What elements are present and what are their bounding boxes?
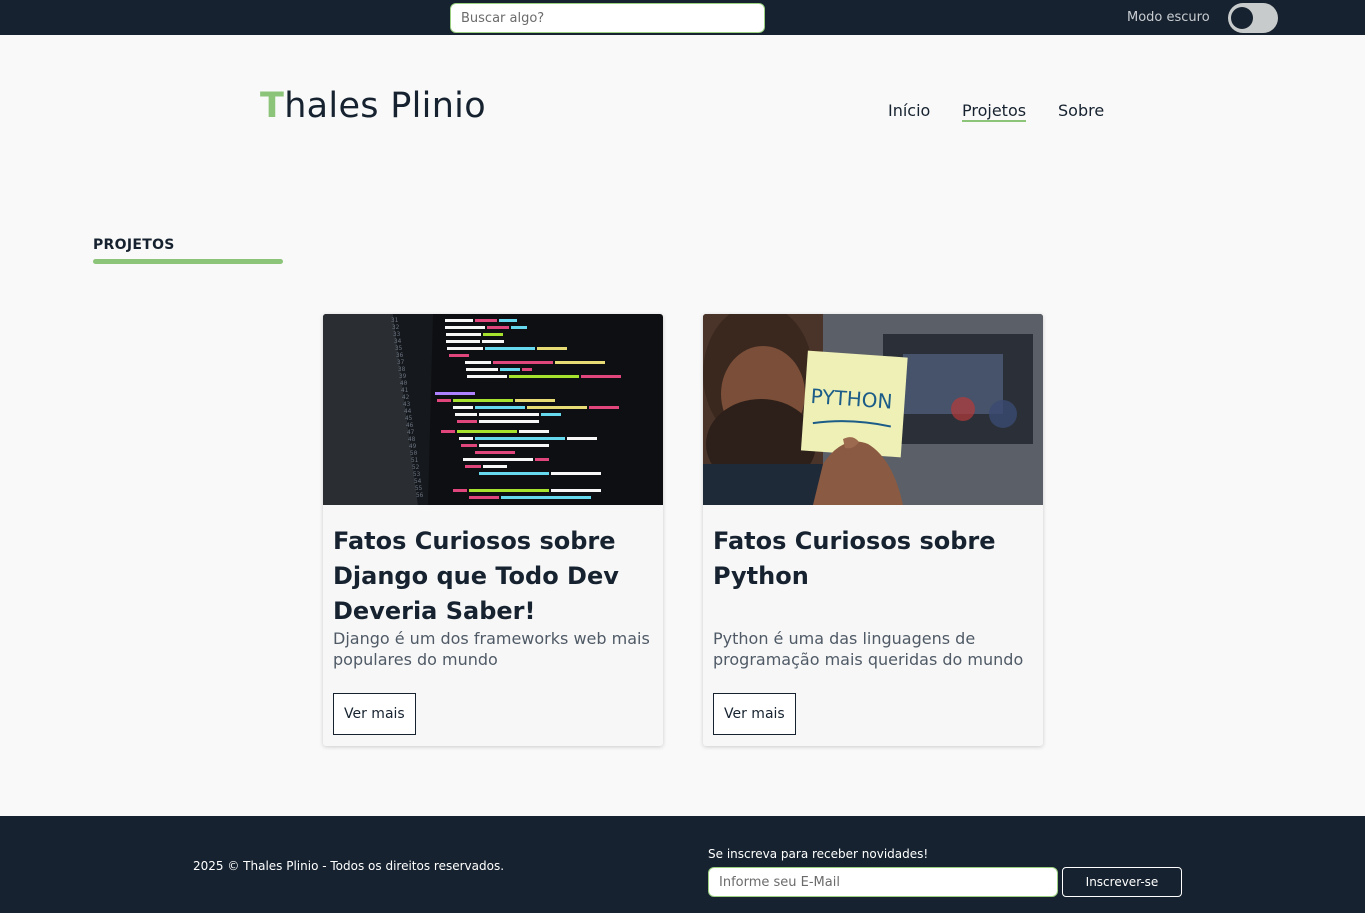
code-screen-image: 31 32 33 34 35 36 37 38 39 40 41 42 43 44 45 46 47 48… <box>323 314 663 505</box>
svg-text:33: 33 <box>393 331 401 338</box>
copyright-text: 2025 © Thales Plinio - Todos os direitos… <box>193 859 505 873</box>
logo-initial: T <box>260 86 285 126</box>
svg-text:51: 51 <box>411 457 419 464</box>
newsletter-label: Se inscreva para receber novidades! <box>708 847 929 861</box>
svg-text:45: 45 <box>405 415 413 422</box>
nav-link-projetos[interactable]: Projetos <box>962 101 1027 122</box>
site-logo[interactable]: Thales Plinio <box>260 86 486 126</box>
subscribe-button[interactable]: Inscrever-se <box>1062 867 1182 897</box>
ver-mais-button[interactable]: Ver mais <box>333 693 416 735</box>
svg-text:56: 56 <box>416 492 424 499</box>
svg-text:41: 41 <box>401 387 409 394</box>
svg-text:43: 43 <box>403 401 411 408</box>
logo-text: hales Plinio <box>284 86 486 126</box>
svg-text:39: 39 <box>399 373 407 380</box>
email-box <box>708 867 1058 897</box>
svg-text:42: 42 <box>402 394 410 401</box>
card-description: Django é um dos frameworks web mais popu… <box>333 629 650 669</box>
svg-text:46: 46 <box>406 422 414 429</box>
card-description: Python é uma das linguagens de programaç… <box>713 629 1024 669</box>
svg-text:32: 32 <box>392 324 400 331</box>
section-underline <box>93 259 283 264</box>
svg-text:49: 49 <box>409 443 417 450</box>
svg-text:47: 47 <box>407 429 415 436</box>
svg-text:37: 37 <box>397 359 405 366</box>
dark-mode-toggle[interactable] <box>1228 3 1278 33</box>
search-box <box>450 3 765 33</box>
card-title: Fatos Curiosos sobre Python <box>713 527 996 590</box>
svg-text:38: 38 <box>398 366 406 373</box>
card-title: Fatos Curiosos sobre Django que Todo Dev… <box>333 527 619 625</box>
nav-link-sobre[interactable]: Sobre <box>1058 101 1104 120</box>
svg-text:48: 48 <box>408 436 416 443</box>
project-card-django: 31 32 33 34 35 36 37 38 39 40 41 42 43 44 45 46 47 48… <box>323 314 663 746</box>
footer: 2025 © Thales Plinio - Todos os direitos… <box>0 816 1365 913</box>
dark-mode-label: Modo escuro <box>1127 10 1210 25</box>
svg-text:55: 55 <box>415 485 423 492</box>
python-note-image: PYTHON <box>703 314 1043 505</box>
section-title: PROJETOS <box>93 237 175 253</box>
svg-text:53: 53 <box>413 471 421 478</box>
svg-text:35: 35 <box>395 345 403 352</box>
ver-mais-button[interactable]: Ver mais <box>713 693 796 735</box>
svg-text:36: 36 <box>396 352 404 359</box>
search-input[interactable] <box>451 4 764 32</box>
svg-text:44: 44 <box>404 408 412 415</box>
svg-text:54: 54 <box>414 478 422 485</box>
svg-text:50: 50 <box>410 450 418 457</box>
nav-link-inicio[interactable]: Início <box>888 101 930 120</box>
svg-text:52: 52 <box>412 464 420 471</box>
toggle-knob <box>1231 7 1253 29</box>
project-card-python: PYTHON Fatos Curiosos sobre Python Pytho… <box>703 314 1043 746</box>
svg-text:40: 40 <box>400 380 408 387</box>
email-input[interactable] <box>709 868 1057 896</box>
top-bar: Modo escuro <box>0 0 1365 35</box>
svg-text:34: 34 <box>394 338 402 345</box>
svg-text:31: 31 <box>391 317 399 324</box>
